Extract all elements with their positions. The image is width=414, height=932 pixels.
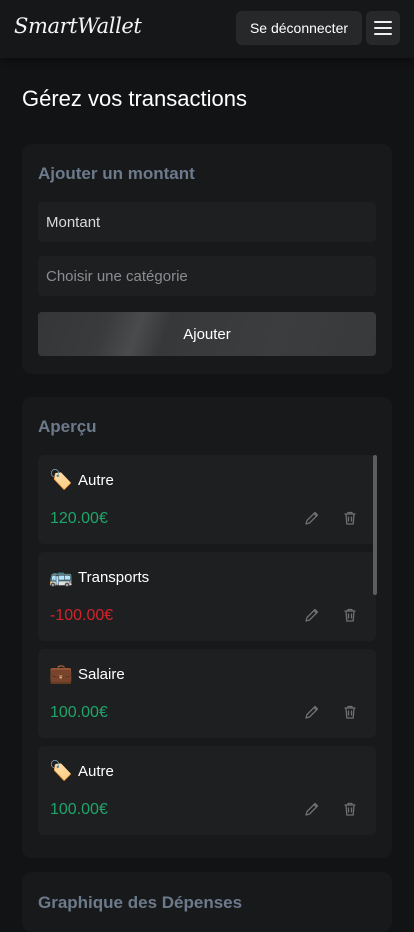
transaction-category: Autre: [78, 472, 114, 489]
tag-icon: 🏷️: [49, 760, 73, 782]
transaction-amount: 100.00€: [50, 704, 108, 721]
overview-title: Aperçu: [38, 417, 97, 436]
top-bar: SmartWallet Se déconnecter: [0, 0, 414, 58]
app-logo[interactable]: SmartWallet: [14, 14, 142, 38]
add-button[interactable]: Ajouter: [38, 312, 376, 356]
trash-icon[interactable]: [342, 607, 358, 623]
overview-card: Aperçu 🏷️ Autre 120.00€ 🚌 Transports -10…: [22, 397, 392, 858]
transaction-amount: -100.00€: [50, 607, 114, 624]
category-select[interactable]: Choisir une catégorie: [38, 256, 376, 296]
tag-icon: 🏷️: [49, 469, 73, 491]
transaction-item: 🏷️ Autre 120.00€: [38, 455, 376, 544]
edit-icon[interactable]: [304, 704, 320, 720]
logout-button[interactable]: Se déconnecter: [236, 11, 362, 45]
transaction-amount: 120.00€: [50, 510, 108, 527]
bus-icon: 🚌: [49, 566, 73, 588]
edit-icon[interactable]: [304, 801, 320, 817]
transaction-category: Salaire: [78, 666, 125, 683]
add-amount-title: Ajouter un montant: [38, 164, 195, 183]
list-scrollbar[interactable]: [373, 455, 377, 595]
trash-icon[interactable]: [342, 704, 358, 720]
expense-chart-card: Graphique des Dépenses: [22, 872, 392, 932]
trash-icon[interactable]: [342, 801, 358, 817]
add-amount-card: Ajouter un montant Montant Choisir une c…: [22, 144, 392, 374]
edit-icon[interactable]: [304, 510, 320, 526]
briefcase-icon: 💼: [49, 663, 73, 685]
hamburger-icon: [374, 21, 392, 35]
trash-icon[interactable]: [342, 510, 358, 526]
transaction-amount: 100.00€: [50, 801, 108, 818]
edit-icon[interactable]: [304, 607, 320, 623]
menu-button[interactable]: [366, 11, 400, 45]
transaction-item: 💼 Salaire 100.00€: [38, 649, 376, 738]
transaction-category: Transports: [78, 569, 150, 586]
transaction-category: Autre: [78, 763, 114, 780]
expense-chart-title: Graphique des Dépenses: [38, 893, 243, 912]
page-title: Gérez vos transactions: [22, 86, 247, 111]
transaction-item: 🏷️ Autre 100.00€: [38, 746, 376, 835]
amount-input[interactable]: Montant: [38, 202, 376, 242]
transaction-item: 🚌 Transports -100.00€: [38, 552, 376, 641]
